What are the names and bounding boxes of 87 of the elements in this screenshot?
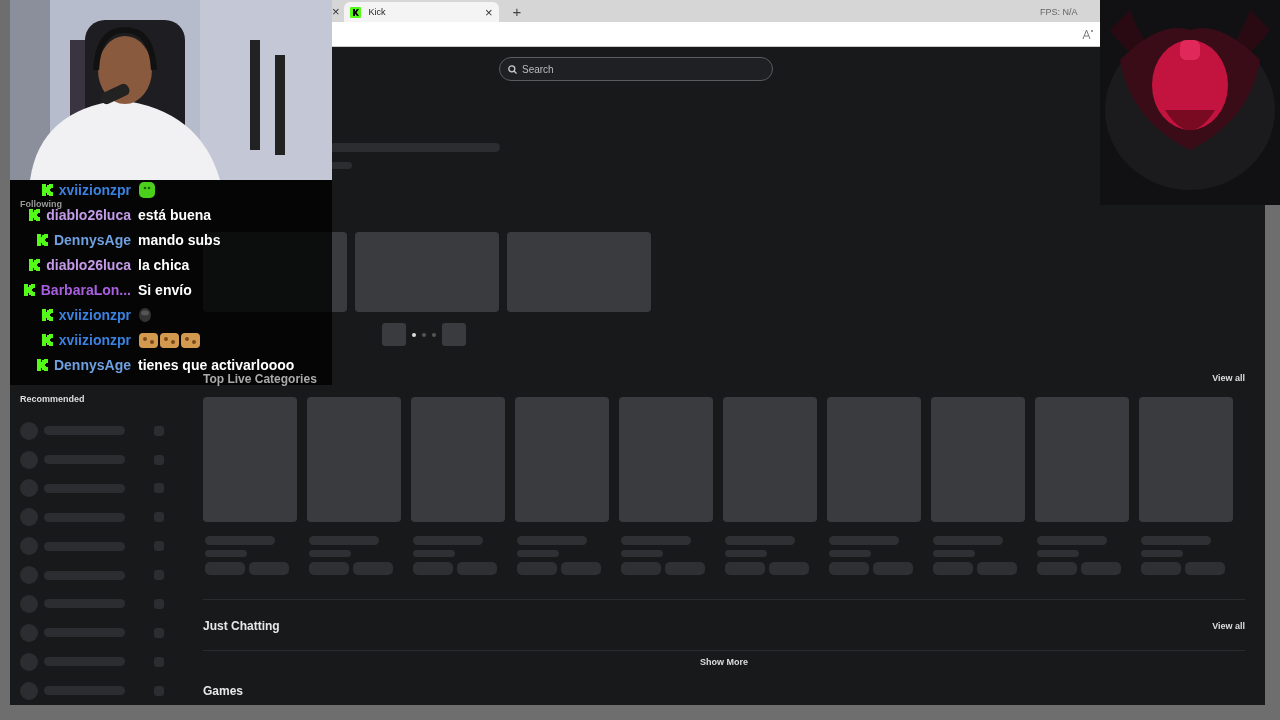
kick-logo-icon	[41, 309, 53, 321]
skeleton-bar	[829, 550, 871, 557]
skeleton-pill	[561, 562, 601, 575]
skeleton-bar	[413, 536, 483, 545]
browser-tab[interactable]: Kick ×	[343, 2, 499, 22]
kick-logo-icon	[36, 359, 48, 371]
skeleton-pill	[977, 562, 1017, 575]
skeleton-bar	[933, 536, 1003, 545]
skeleton-bar	[330, 162, 352, 169]
carousel-next-button[interactable]	[442, 323, 466, 346]
chat-message: Si envío	[138, 281, 193, 300]
close-tab-button[interactable]: ×	[332, 3, 340, 19]
section-title: Games	[203, 684, 244, 698]
skeleton-pill	[353, 562, 393, 575]
skeleton-pill	[1081, 562, 1121, 575]
sidebar-heading: Recommended	[20, 394, 86, 405]
skeleton-bar	[309, 550, 351, 557]
skeleton-pill	[933, 562, 973, 575]
dark-round-emote-icon	[138, 307, 152, 323]
kick-logo-icon	[29, 209, 41, 221]
skeleton-bar	[829, 536, 899, 545]
skeleton-pill	[1185, 562, 1225, 575]
skeleton-bar	[517, 550, 559, 557]
skeleton-bar	[1037, 536, 1107, 545]
carousel-prev-button[interactable]	[382, 323, 406, 346]
blob-emote-icon	[138, 181, 156, 199]
search-icon	[508, 64, 517, 74]
chat-username: diablo26luca	[46, 257, 131, 273]
show-more-link[interactable]: Show More	[700, 651, 748, 673]
skeleton-bar	[413, 550, 455, 557]
skeleton-pill	[413, 562, 453, 575]
close-tab-button[interactable]: ×	[485, 4, 493, 20]
sidebar-heading: Following	[20, 199, 62, 209]
fps-counter: FPS: N/A	[1040, 7, 1078, 17]
skeleton-pill	[1141, 562, 1181, 575]
carousel-dot	[422, 332, 426, 337]
chat-message: la chica	[138, 256, 191, 275]
skeleton-pill	[665, 562, 705, 575]
search-field[interactable]: Search	[499, 57, 773, 81]
skeleton-bar	[1037, 550, 1079, 557]
carousel-dot	[432, 332, 436, 337]
skeleton-bar	[1141, 550, 1183, 557]
skeleton-bar	[725, 550, 767, 557]
skeleton-bar	[1141, 536, 1211, 545]
skeleton-bar	[933, 550, 975, 557]
skeleton-pill	[829, 562, 869, 575]
kick-logo-icon	[41, 184, 53, 196]
skeleton-pill	[309, 562, 349, 575]
chat-message: está buena	[138, 206, 213, 225]
view-all-link[interactable]: View all	[1212, 621, 1245, 631]
kick-logo-icon	[349, 6, 361, 18]
skeleton-bar	[621, 550, 663, 557]
chat-username: xviizionzpr	[58, 182, 131, 198]
skeleton-bar	[725, 536, 795, 545]
chat-username: xviizionzpr	[58, 307, 131, 323]
chat-message: mando subs	[138, 231, 222, 250]
chat-username: BarbaraLon...	[40, 282, 131, 298]
section-title: Just Chatting	[203, 619, 280, 633]
skeleton-pill	[205, 562, 245, 575]
kick-logo-icon	[29, 259, 41, 271]
skeleton-pill	[1037, 562, 1077, 575]
skeleton-pill	[769, 562, 809, 575]
skeleton-pill	[621, 562, 661, 575]
kick-logo-icon	[23, 284, 35, 296]
new-tab-button[interactable]: +	[512, 2, 522, 20]
skeleton-bar	[205, 550, 247, 557]
skeleton-bar	[205, 536, 275, 545]
skeleton-bar	[621, 536, 691, 545]
kick-logo-icon	[41, 334, 53, 346]
skeleton-pill	[517, 562, 557, 575]
skeleton-bar	[517, 536, 587, 545]
skeleton-pill	[873, 562, 913, 575]
read-aloud-icon[interactable]	[1082, 29, 1094, 39]
chat-username: DennysAge	[53, 357, 131, 373]
chat-message: tienes que activarloooo	[138, 356, 296, 374]
section-title: Top Live Categories	[203, 372, 317, 386]
cookie-emotes-icon	[138, 331, 202, 349]
skeleton-pill	[725, 562, 765, 575]
chat-username: DennysAge	[53, 232, 131, 248]
skeleton-pill	[249, 562, 289, 575]
chat-username: diablo26luca	[46, 207, 131, 223]
carousel-dot	[412, 332, 416, 337]
kick-logo-icon	[36, 234, 48, 246]
skeleton-bar	[309, 536, 379, 545]
chat-username: xviizionzpr	[58, 332, 131, 348]
skeleton-pill	[457, 562, 497, 575]
view-all-link[interactable]: View all	[1212, 373, 1245, 383]
